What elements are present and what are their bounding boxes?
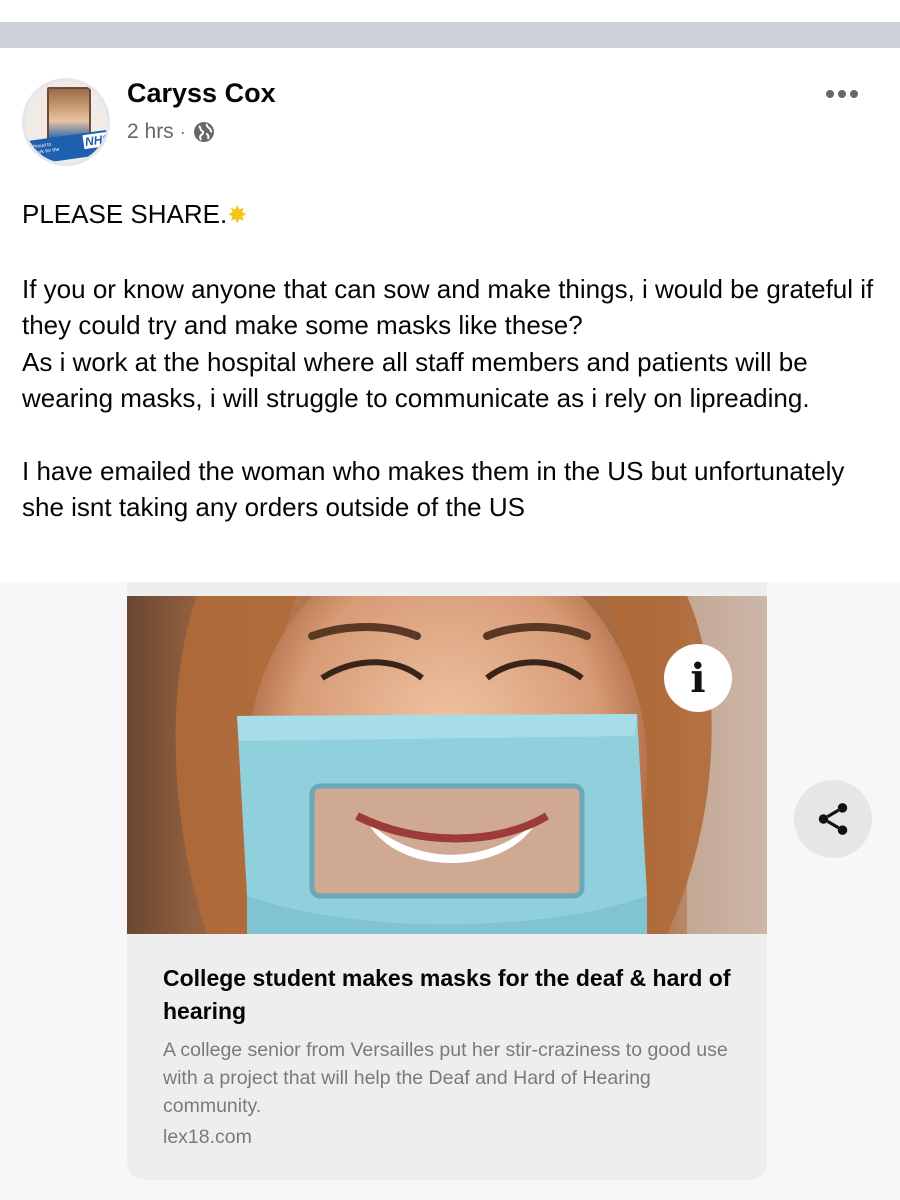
post-header: Proud to work for the NHS Caryss Cox 2 h… — [0, 48, 900, 188]
nhs-logo: NHS — [82, 131, 107, 150]
share-button[interactable] — [794, 780, 872, 858]
post-meta: 2 hrs · — [127, 120, 216, 144]
link-preview-body: College student makes masks for the deaf… — [127, 934, 767, 1180]
avatar-tagline: Proud to work for the — [32, 141, 60, 157]
top-bar — [0, 22, 900, 48]
link-description: A college senior from Versailles put her… — [163, 1039, 728, 1117]
more-dot — [838, 90, 846, 98]
link-domain: lex18.com — [163, 1126, 252, 1148]
post-message: PLEASE SHARE.✸ If you or know anyone tha… — [22, 196, 882, 526]
link-preview-image[interactable]: i — [127, 596, 767, 934]
post-text-para3: I have emailed the woman who makes them … — [22, 455, 852, 523]
masked-face-photo — [127, 596, 767, 934]
facebook-post-page: Proud to work for the NHS Caryss Cox 2 h… — [0, 0, 900, 1200]
more-dot — [850, 90, 858, 98]
more-dot — [826, 90, 834, 98]
info-button[interactable]: i — [664, 644, 732, 712]
avatar[interactable]: Proud to work for the NHS — [22, 78, 110, 166]
author-name[interactable]: Caryss Cox — [127, 78, 276, 109]
post-time[interactable]: 2 hrs — [127, 120, 174, 144]
link-title[interactable]: College student makes masks for the deaf… — [163, 962, 753, 1028]
more-options-icon[interactable] — [820, 84, 864, 104]
globe-icon — [193, 122, 214, 142]
link-preview-card[interactable]: i College student makes masks for the de… — [127, 582, 767, 1180]
post-text-para2: If you or know anyone that can sow and m… — [22, 273, 874, 414]
meta-separator: · — [179, 121, 186, 142]
post-text-line1: PLEASE SHARE.✸ — [22, 196, 882, 235]
share-icon — [818, 803, 848, 835]
sparkle-icon: ✸ — [227, 202, 248, 229]
